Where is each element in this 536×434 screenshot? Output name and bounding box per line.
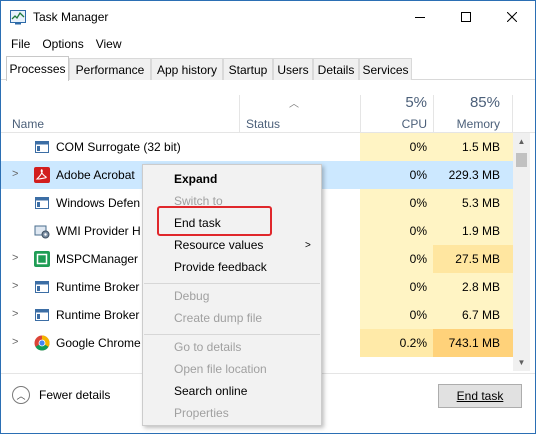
menu-item-resource-values[interactable]: Resource values xyxy=(174,234,263,256)
process-cpu: 0% xyxy=(360,189,433,217)
process-memory: 229.3 MB xyxy=(433,161,513,189)
tab-processes[interactable]: Processes xyxy=(6,56,69,81)
process-cpu: 0% xyxy=(360,133,433,161)
generic-window-icon xyxy=(35,309,49,321)
scroll-down-icon[interactable]: ▼ xyxy=(513,354,530,371)
process-cpu: 0% xyxy=(360,217,433,245)
menu-view[interactable]: View xyxy=(90,37,128,51)
menu-item-expand[interactable]: Expand xyxy=(174,168,217,190)
maximize-icon xyxy=(461,12,471,22)
chevron-right-icon[interactable]: > xyxy=(12,168,18,180)
tab-details[interactable]: Details xyxy=(313,58,359,80)
close-icon xyxy=(507,12,517,22)
process-cpu: 0.2% xyxy=(360,329,433,357)
tab-users[interactable]: Users xyxy=(273,58,313,80)
column-memory[interactable]: Memory xyxy=(434,117,500,131)
tab-performance[interactable]: Performance xyxy=(69,58,151,80)
maximize-button[interactable] xyxy=(443,1,489,33)
window-title: Task Manager xyxy=(33,10,109,24)
menu-options[interactable]: Options xyxy=(36,37,89,51)
minimize-button[interactable] xyxy=(397,1,443,33)
tab-app-history[interactable]: App history xyxy=(151,58,223,80)
process-cpu: 0% xyxy=(360,161,433,189)
wmi-provider-icon xyxy=(34,225,50,239)
chrome-icon xyxy=(34,335,50,351)
process-memory: 6.7 MB xyxy=(433,301,513,329)
process-name: WMI Provider H xyxy=(56,224,141,238)
sort-caret-icon: ︿ xyxy=(289,99,299,110)
tab-strip: Processes Performance App history Startu… xyxy=(1,56,535,81)
chevron-right-icon[interactable]: > xyxy=(12,252,18,264)
process-memory: 1.5 MB xyxy=(433,133,513,161)
close-button[interactable] xyxy=(489,1,535,33)
process-memory: 2.8 MB xyxy=(433,273,513,301)
tab-services[interactable]: Services xyxy=(359,58,412,80)
process-name: Runtime Broker xyxy=(56,308,140,322)
process-memory: 5.3 MB xyxy=(433,189,513,217)
pc-manager-icon xyxy=(34,251,50,267)
cpu-total[interactable]: 5% xyxy=(361,94,427,111)
process-memory: 27.5 MB xyxy=(433,245,513,273)
menu-item-open-file-location[interactable]: Open file location xyxy=(174,358,267,380)
menu-item-create-dump-file[interactable]: Create dump file xyxy=(174,307,262,329)
menu-item-debug[interactable]: Debug xyxy=(174,285,209,307)
minimize-icon xyxy=(415,17,425,18)
chevron-right-icon[interactable]: > xyxy=(12,308,18,320)
menu-item-properties[interactable]: Properties xyxy=(174,402,229,424)
menu-bar: File Options View xyxy=(1,33,535,54)
process-name: Adobe Acrobat xyxy=(56,168,135,182)
menu-separator xyxy=(144,283,320,284)
process-memory: 743.1 MB xyxy=(433,329,513,357)
process-name: Runtime Broker xyxy=(56,280,140,294)
end-task-button[interactable]: End task xyxy=(438,384,522,408)
tab-startup[interactable]: Startup xyxy=(223,58,273,80)
column-cpu[interactable]: CPU xyxy=(361,117,427,131)
scrollbar-thumb[interactable] xyxy=(516,153,527,167)
process-name: MSPCManager xyxy=(56,252,139,266)
callout-highlight-box xyxy=(157,206,272,236)
process-name: Google Chrome xyxy=(56,336,141,350)
fewer-details-label: Fewer details xyxy=(39,388,111,402)
table-header: ︿ Name Status 5% CPU 85% Memory xyxy=(1,81,535,133)
acrobat-icon xyxy=(34,167,50,183)
vertical-scrollbar[interactable]: ▲ ▼ xyxy=(513,133,530,371)
end-task-button-label: End task xyxy=(456,389,504,403)
menu-item-search-online[interactable]: Search online xyxy=(174,380,247,402)
process-cpu: 0% xyxy=(360,273,433,301)
process-name: Windows Defen xyxy=(56,196,141,210)
generic-window-icon xyxy=(35,141,49,153)
fewer-details-toggle[interactable]: ︿ Fewer details xyxy=(12,386,110,404)
process-memory: 1.9 MB xyxy=(433,217,513,245)
menu-item-provide-feedback[interactable]: Provide feedback xyxy=(174,256,267,278)
menu-separator xyxy=(144,334,320,335)
chevron-right-icon[interactable]: > xyxy=(12,280,18,292)
context-menu: Expand Switch to End task Resource value… xyxy=(142,164,322,426)
table-row[interactable]: COM Surrogate (32 bit) 0% 1.5 MB xyxy=(1,133,513,161)
column-status[interactable]: Status xyxy=(246,117,280,131)
column-name[interactable]: Name xyxy=(12,117,44,131)
task-manager-icon xyxy=(10,10,26,25)
chevron-up-icon: ︿ xyxy=(12,386,30,404)
process-cpu: 0% xyxy=(360,301,433,329)
process-cpu: 0% xyxy=(360,245,433,273)
column-divider xyxy=(239,95,240,133)
generic-window-icon xyxy=(35,197,49,209)
menu-file[interactable]: File xyxy=(1,37,36,51)
generic-window-icon xyxy=(35,281,49,293)
menu-item-go-to-details[interactable]: Go to details xyxy=(174,336,241,358)
scroll-up-icon[interactable]: ▲ xyxy=(513,133,530,150)
memory-total[interactable]: 85% xyxy=(434,94,500,111)
process-name: COM Surrogate (32 bit) xyxy=(56,140,181,154)
chevron-right-icon: > xyxy=(305,240,311,251)
chevron-right-icon[interactable]: > xyxy=(12,336,18,348)
column-divider xyxy=(512,95,513,133)
title-bar[interactable]: Task Manager xyxy=(1,1,535,33)
